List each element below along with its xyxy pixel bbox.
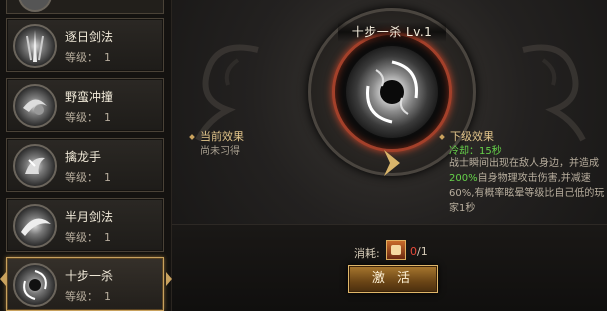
cost-label: 消耗: [354, 247, 380, 260]
crescent-slash-icon [13, 204, 57, 248]
diamond-bullet-icon [439, 134, 445, 140]
skill-card-zhuri[interactable]: 逐日剑法 等级： 1 [6, 18, 164, 72]
skill-book-icon[interactable] [386, 240, 406, 260]
cooldown-text: 冷却：15秒 [449, 146, 502, 157]
skill-card-yeman[interactable]: 野蛮冲撞 等级： 1 [6, 78, 164, 132]
skill-name: 野蛮冲撞 [65, 90, 114, 104]
skill-card-qinlong[interactable]: 擒龙手 等级： 1 [6, 138, 164, 192]
skill-level: 等级： 1 [65, 290, 111, 303]
skill-name: 十步一杀 [65, 269, 114, 283]
skill-name: 逐日剑法 [65, 30, 114, 44]
skill-name: 擒龙手 [65, 150, 102, 164]
skill-level: 等级： 1 [65, 171, 111, 184]
current-effect-text: 尚未习得 [200, 146, 240, 157]
diamond-bullet-icon [189, 134, 195, 140]
skill-name: 半月剑法 [65, 210, 114, 224]
skill-title-plate: 十步一杀 Lv.1 [338, 22, 446, 42]
chevron-right-icon [384, 150, 400, 176]
skill-card-banyue[interactable]: 半月剑法 等级： 1 [6, 198, 164, 252]
skill-card-shibu[interactable]: 十步一杀 等级： 1 [6, 257, 164, 311]
skill-list: 逐日剑法 等级： 1 野蛮冲撞 等级： 1 擒龙手 等级： 1 半月剑法 等级： 1 十… [0, 0, 172, 311]
skill-level: 等级： 1 [65, 51, 111, 64]
cost-count: 0/1 [410, 245, 428, 258]
skill-level: 等级： 1 [65, 231, 111, 244]
charge-icon [13, 84, 57, 128]
dragon-ornament-icon [522, 44, 586, 142]
vortex-icon [346, 46, 438, 138]
activate-button[interactable]: 激 活 [348, 265, 438, 293]
skill-title: 十步一杀 Lv.1 [351, 25, 433, 39]
selection-marker-left-icon [0, 272, 6, 286]
dragon-claw-icon [13, 144, 57, 188]
skill-level: 等级： 1 [65, 111, 111, 124]
skill-detail-panel: 十步一杀 Lv.1 当前效果 尚未习得 下级效果 冷却：15秒 战士瞬间出现在敌… [172, 0, 607, 311]
next-effect-description: 战士瞬间出现在敌人身边，并造成 200%自身物理攻击伤害,并减速 60%,有概率… [449, 158, 605, 214]
sword-slash-icon [13, 24, 57, 68]
vortex-icon [13, 263, 57, 307]
